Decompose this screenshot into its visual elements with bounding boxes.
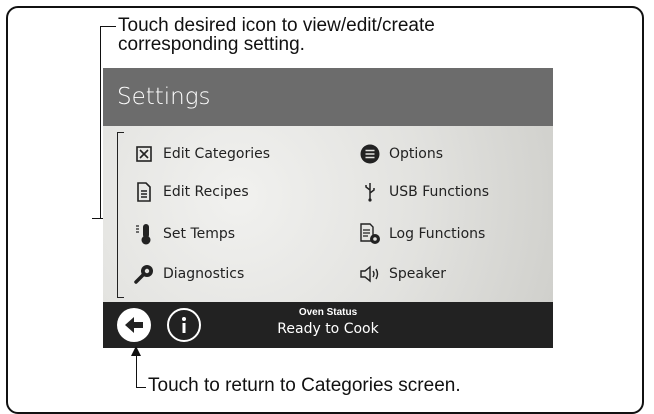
set-temps-label: Set Temps <box>163 226 236 242</box>
edit-categories-label: Edit Categories <box>163 146 271 162</box>
speaker-icon <box>359 263 381 285</box>
edit-categories-icon <box>133 143 155 165</box>
set-temps-button[interactable]: Set Temps <box>133 222 235 246</box>
thermometer-icon <box>133 223 155 245</box>
oven-status-value: Ready to Cook <box>277 321 379 337</box>
callout-line <box>136 387 146 388</box>
page-title: Settings <box>117 84 211 110</box>
log-functions-icon <box>359 223 381 245</box>
top-callout: Touch desired icon to view/edit/create c… <box>118 16 435 54</box>
usb-icon <box>359 181 381 203</box>
bottom-callout: Touch to return to Categories screen. <box>148 375 461 396</box>
top-callout-line2: corresponding setting. <box>118 34 305 55</box>
options-label: Options <box>389 146 444 162</box>
speaker-button[interactable]: Speaker <box>359 262 446 286</box>
diagnostics-button[interactable]: Diagnostics <box>133 262 244 286</box>
oven-status-label: Oven Status <box>298 307 358 318</box>
edit-recipes-button[interactable]: Edit Recipes <box>133 180 249 204</box>
status-bar: Oven Status Ready to Cook <box>103 302 553 348</box>
log-functions-button[interactable]: Log Functions <box>359 222 485 246</box>
top-callout-line1: Touch desired icon to view/edit/create <box>118 15 435 36</box>
edit-categories-button[interactable]: Edit Categories <box>133 142 270 166</box>
document-icon <box>133 181 155 203</box>
list-icon <box>359 143 381 165</box>
usb-functions-button[interactable]: USB Functions <box>359 180 489 204</box>
log-functions-label: Log Functions <box>389 226 486 242</box>
options-button[interactable]: Options <box>359 142 443 166</box>
callout-line <box>100 26 101 218</box>
speaker-label: Speaker <box>389 266 446 282</box>
usb-functions-label: USB Functions <box>389 184 490 200</box>
callout-line <box>136 355 137 387</box>
edit-recipes-label: Edit Recipes <box>163 184 249 200</box>
callout-line <box>100 26 116 27</box>
diagnostics-label: Diagnostics <box>163 266 245 282</box>
callout-line <box>117 132 124 298</box>
header-bar: Settings <box>103 68 553 126</box>
wrench-gear-icon <box>133 263 155 285</box>
oven-screen: Settings Edit Categories Edit Recipes Se… <box>103 68 553 348</box>
